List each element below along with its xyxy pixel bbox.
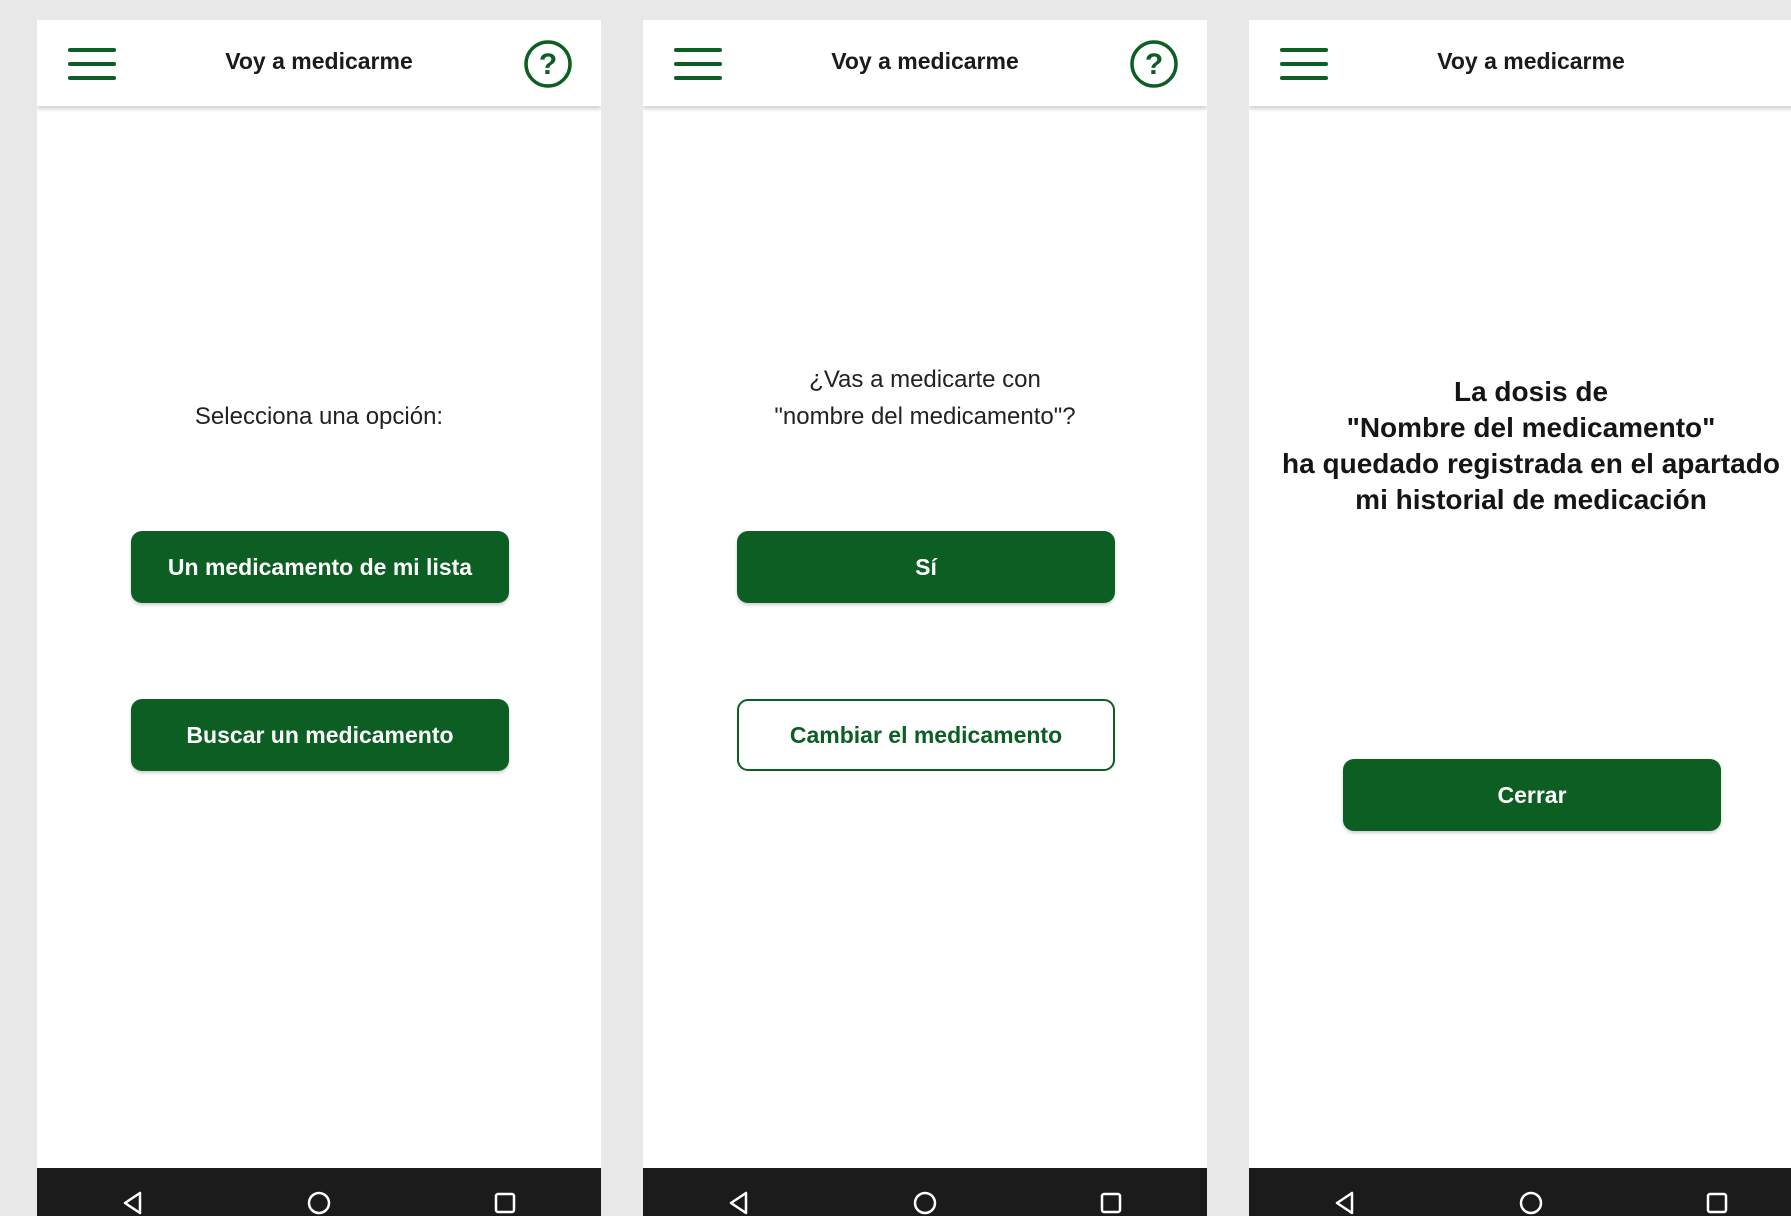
top-app-bar: Voy a medicarme — [1249, 20, 1791, 106]
svg-text:?: ? — [539, 48, 557, 81]
question-circle-icon[interactable]: ? — [523, 39, 573, 89]
prompt-line: "nombre del medicamento"? — [774, 403, 1076, 430]
top-app-bar: Voy a medicarme ? — [37, 20, 601, 106]
message-line: ha quedado registrada en el apartado — [1282, 448, 1780, 479]
svg-text:?: ? — [1145, 48, 1163, 81]
android-nav-bar — [643, 1168, 1207, 1216]
screen-content: Selecciona una opción: Un medicamento de… — [37, 106, 601, 1168]
hamburger-menu-icon[interactable] — [1280, 46, 1328, 82]
hamburger-menu-icon[interactable] — [68, 46, 116, 82]
app-title: Voy a medicarme — [225, 48, 413, 74]
app-title: Voy a medicarme — [1437, 48, 1625, 74]
prompt-line: ¿Vas a medicarte con — [809, 366, 1041, 393]
back-triangle-icon[interactable] — [726, 1190, 752, 1216]
app-title: Voy a medicarme — [831, 48, 1019, 74]
screen-dose-registered: Voy a medicarme La dosis de "Nombre del … — [1249, 20, 1791, 1216]
recents-square-icon[interactable] — [1098, 1190, 1124, 1216]
home-circle-icon[interactable] — [306, 1190, 332, 1216]
home-circle-icon[interactable] — [1518, 1190, 1544, 1216]
message-line: "Nombre del medicamento" — [1346, 412, 1716, 443]
message-line: La dosis de — [1453, 376, 1609, 407]
question-circle-icon[interactable]: ? — [1129, 39, 1179, 89]
android-nav-bar — [1249, 1168, 1791, 1216]
recents-square-icon[interactable] — [492, 1190, 518, 1216]
back-triangle-icon[interactable] — [1332, 1190, 1358, 1216]
screen-content: ¿Vas a medicarte con "nombre del medicam… — [643, 106, 1207, 1168]
screen-select-option: Voy a medicarme ? Selecciona una opción:… — [37, 20, 601, 1216]
my-list-medication-button[interactable]: Un medicamento de mi lista — [131, 531, 509, 603]
search-medication-button[interactable]: Buscar un medicamento — [131, 699, 509, 771]
top-app-bar: Voy a medicarme ? — [643, 20, 1207, 106]
confirm-medication-prompt: ¿Vas a medicarte con "nombre del medicam… — [663, 361, 1187, 435]
change-medication-button[interactable]: Cambiar el medicamento — [737, 699, 1115, 771]
back-triangle-icon[interactable] — [120, 1190, 146, 1216]
select-option-prompt: Selecciona una opción: — [194, 403, 444, 430]
hamburger-menu-icon[interactable] — [674, 46, 722, 82]
screen-confirm-medication: Voy a medicarme ? ¿Vas a medicarte con "… — [643, 20, 1207, 1216]
message-line: mi historial de medicación — [1355, 484, 1707, 515]
recents-square-icon[interactable] — [1704, 1190, 1730, 1216]
home-circle-icon[interactable] — [912, 1190, 938, 1216]
screen-content: La dosis de "Nombre del medicamento" ha … — [1249, 106, 1791, 1168]
close-button[interactable]: Cerrar — [1343, 759, 1721, 831]
android-nav-bar — [37, 1168, 601, 1216]
dose-registered-message: La dosis de "Nombre del medicamento" ha … — [1249, 374, 1791, 518]
yes-button[interactable]: Sí — [737, 531, 1115, 603]
